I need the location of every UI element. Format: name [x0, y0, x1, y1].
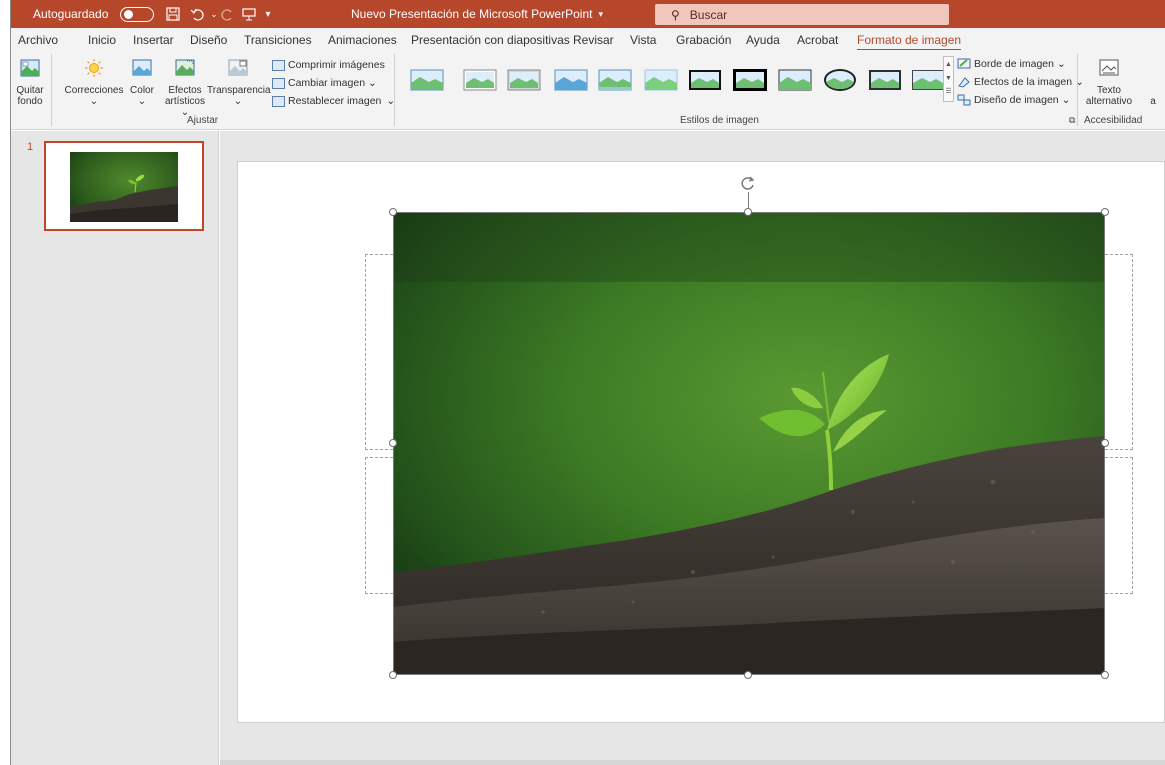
autosave-label: Autoguardado [33, 7, 109, 21]
redo-icon[interactable] [219, 5, 237, 23]
tab-transiciones[interactable]: Transiciones [244, 33, 312, 47]
texto-alternativo-button[interactable]: Texto alternativo [1079, 58, 1139, 107]
resize-handle-bottom[interactable] [744, 671, 752, 679]
diseno-de-imagen-button[interactable]: Diseño de imagen ⌄ [957, 94, 1070, 106]
tab-inicio[interactable]: Inicio [88, 33, 116, 47]
slide-thumbnails-pane: 1 [11, 131, 219, 765]
artistic-effects-icon [175, 59, 195, 76]
sun-icon [85, 59, 103, 77]
search-icon: ⚲ [671, 7, 680, 22]
borde-de-imagen-button[interactable]: Borde de imagen ⌄ [957, 58, 1066, 70]
picture-style-7[interactable] [688, 68, 722, 92]
gallery-scroll[interactable]: ▲ ▼ ☰ [943, 56, 954, 102]
ribbon-tabs: Archivo Inicio Insertar Diseño Transicio… [11, 28, 1165, 51]
ribbon: Quitar fondo Correcciones ⌄ Color ⌄ Efec… [11, 50, 1165, 130]
slide-canvas[interactable] [237, 161, 1165, 723]
resize-handle-bottom-left[interactable] [389, 671, 397, 679]
dialog-launcher-icon[interactable]: ⧉ [1069, 115, 1075, 126]
seedling-picture[interactable] [393, 212, 1105, 675]
resize-handle-right[interactable] [1101, 439, 1109, 447]
status-strip [220, 760, 1165, 765]
tab-grabacion[interactable]: Grabación [676, 33, 731, 47]
group-label-ajustar: Ajustar [187, 115, 219, 126]
resize-handle-top-right[interactable] [1101, 208, 1109, 216]
truncated-ribbon-label: a [1150, 96, 1156, 107]
slide-thumbnail-picture [70, 152, 178, 222]
quitar-fondo-button[interactable]: Quitar fondo [13, 58, 47, 107]
picture-style-9[interactable] [778, 68, 812, 92]
picture-styles-gallery [398, 54, 944, 104]
efectos-artisticos-button[interactable]: Efectos artísticos ⌄ [161, 58, 209, 118]
picture-style-4[interactable] [554, 68, 588, 92]
slide-number: 1 [27, 141, 34, 153]
picture-style-2[interactable] [463, 68, 497, 92]
resize-handle-bottom-right[interactable] [1101, 671, 1109, 679]
rotate-handle-icon[interactable] [739, 174, 757, 192]
tab-archivo[interactable]: Archivo [18, 33, 58, 47]
color-button[interactable]: Color ⌄ [124, 58, 160, 107]
autosave-toggle[interactable] [120, 7, 154, 22]
tab-formato-de-imagen[interactable]: Formato de imagen [857, 33, 962, 51]
picture-style-8[interactable] [733, 68, 767, 92]
search-input[interactable]: ⚲ Buscar [655, 4, 949, 25]
correcciones-button[interactable]: Correcciones ⌄ [64, 58, 124, 107]
slide-editing-area [220, 131, 1165, 765]
reset-picture-icon [272, 95, 285, 107]
title-bar: Autoguardado ⌄ ▾ Nuevo Presentación de M… [11, 0, 1165, 28]
tab-insertar[interactable]: Insertar [133, 33, 174, 47]
undo-icon[interactable] [188, 5, 206, 23]
group-label-accesibilidad: Accesibilidad [1084, 115, 1143, 126]
tab-ayuda[interactable]: Ayuda [746, 33, 780, 47]
restablecer-imagen-button[interactable]: Restablecer imagen ⌄ [272, 95, 395, 107]
change-picture-icon [272, 77, 285, 89]
tab-animaciones[interactable]: Animaciones [328, 33, 397, 47]
comprimir-imagenes-button[interactable]: Comprimir imágenes [272, 59, 385, 71]
save-icon[interactable] [164, 5, 182, 23]
slide-thumbnail[interactable] [44, 141, 204, 231]
gallery-more-icon[interactable]: ☰ [944, 85, 953, 98]
tab-revisar[interactable]: Revisar [573, 33, 614, 47]
powerpoint-window: Autoguardado ⌄ ▾ Nuevo Presentación de M… [0, 0, 1165, 765]
picture-style-12[interactable] [911, 68, 945, 92]
color-picture-icon [132, 59, 152, 76]
presentation-start-icon[interactable] [240, 5, 258, 23]
compress-icon [272, 59, 285, 71]
picture-style-10[interactable] [823, 68, 857, 92]
alt-text-icon [1099, 59, 1119, 76]
picture-style-6[interactable] [644, 68, 678, 92]
tab-presentacion[interactable]: Presentación con diapositivas [411, 33, 570, 47]
gallery-scroll-up-icon[interactable]: ▲ [944, 57, 953, 72]
group-label-estilos: Estilos de imagen [680, 115, 759, 126]
picture-layout-icon [957, 94, 971, 106]
picture-effects-icon [958, 77, 970, 88]
transparencia-button[interactable]: Transparencia ⌄ [207, 58, 271, 107]
transparency-icon [228, 59, 248, 76]
resize-handle-left[interactable] [389, 439, 397, 447]
picture-style-3[interactable] [507, 68, 541, 92]
resize-handle-top-left[interactable] [389, 208, 397, 216]
customize-qat-icon[interactable]: ▾ [259, 5, 277, 23]
picture-border-icon [957, 58, 971, 69]
document-title[interactable]: Nuevo Presentación de Microsoft PowerPoi… [351, 0, 603, 28]
cambiar-imagen-button[interactable]: Cambiar imagen ⌄ [272, 77, 377, 89]
resize-handle-top[interactable] [744, 208, 752, 216]
gallery-scroll-down-icon[interactable]: ▼ [944, 72, 953, 85]
picture-style-11[interactable] [868, 68, 902, 92]
tab-vista[interactable]: Vista [630, 33, 656, 47]
remove-background-icon [20, 59, 40, 77]
efectos-de-la-imagen-button[interactable]: Efectos de la imagen ⌄ [957, 76, 1084, 88]
tab-acrobat[interactable]: Acrobat [797, 33, 838, 47]
picture-style-5[interactable] [598, 68, 632, 92]
tab-diseno[interactable]: Diseño [190, 33, 227, 47]
picture-style-1[interactable] [410, 68, 444, 92]
